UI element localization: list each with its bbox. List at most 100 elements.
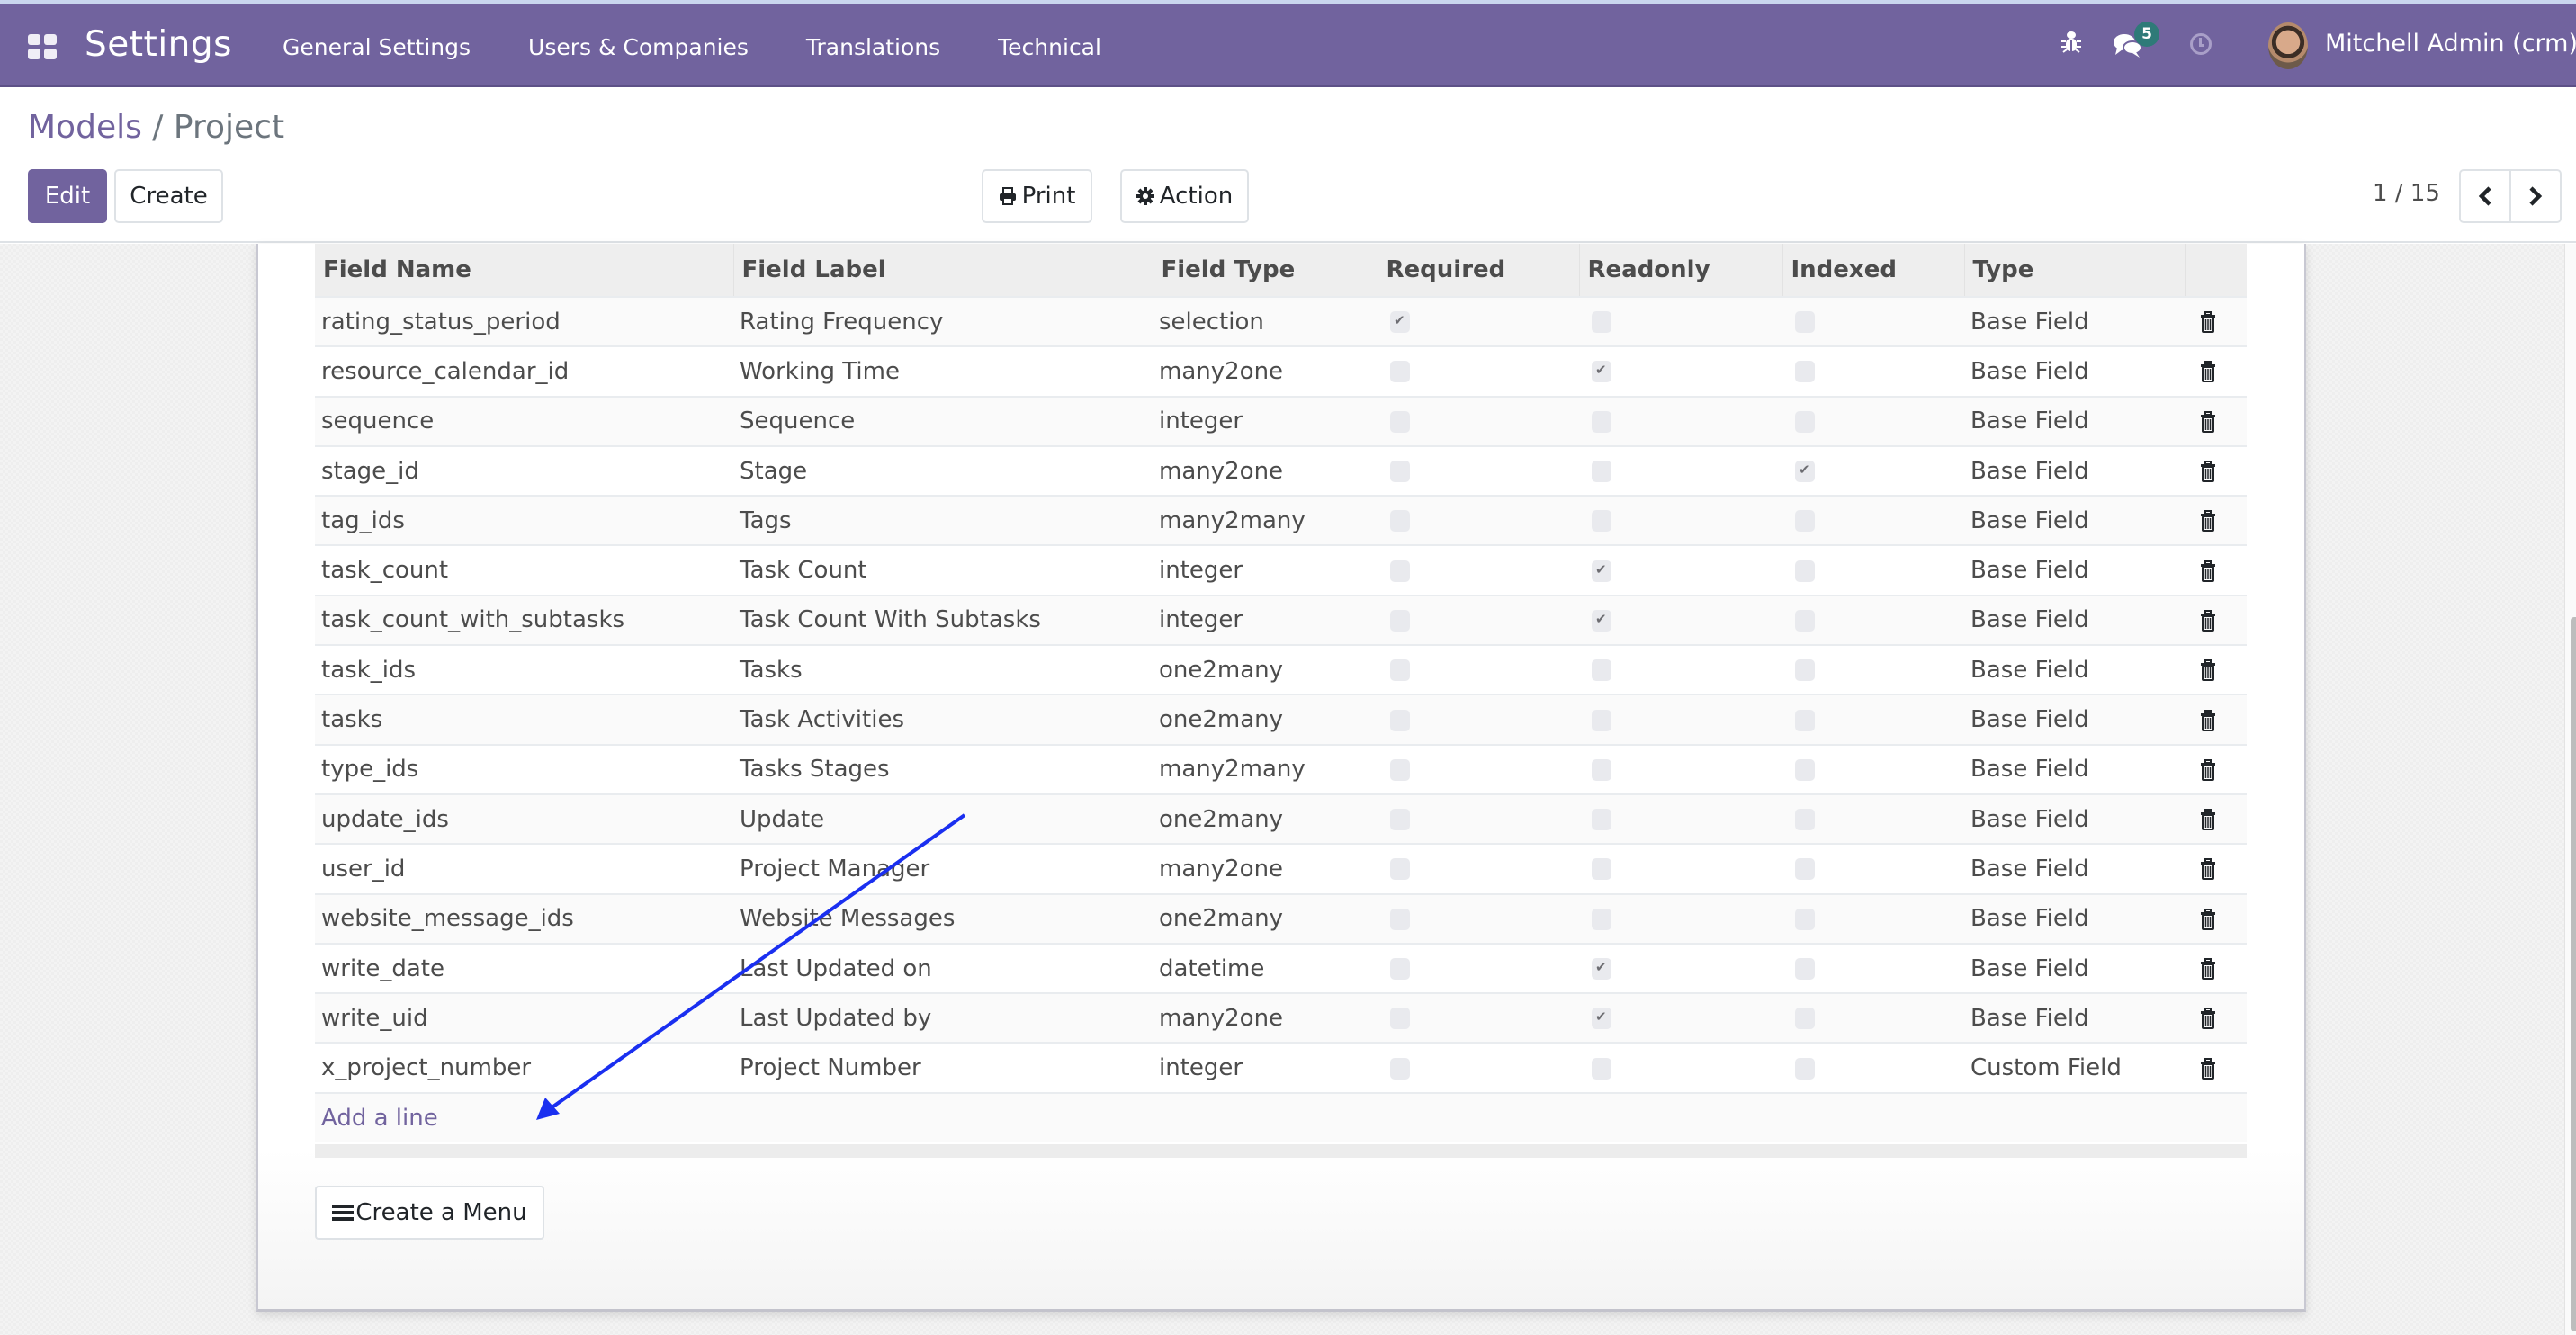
field-label-cell[interactable]: Tags [733,495,1153,546]
apps-grid-icon[interactable] [28,34,57,59]
readonly-checkbox[interactable] [1592,858,1611,881]
field-label-cell[interactable]: Sequence [733,395,1153,446]
field-row[interactable]: tag_ids Tags many2many Base Field [315,495,2247,546]
user-menu[interactable]: Mitchell Admin (crm) [2325,30,2576,58]
column-header-type[interactable]: Type [1964,244,2186,297]
field-type-cell[interactable]: one2many [1153,793,1378,845]
field-name-cell[interactable]: website_message_ids [315,892,733,944]
indexed-checkbox[interactable] [1795,410,1815,433]
required-checkbox[interactable] [1390,659,1410,682]
indexed-checkbox[interactable] [1795,908,1815,930]
field-name-cell[interactable]: task_count [315,544,733,596]
field-kind-cell[interactable]: Base Field [1964,594,2185,646]
field-name-cell[interactable]: tag_ids [315,495,733,546]
readonly-checkbox[interactable] [1592,461,1611,483]
field-type-cell[interactable]: selection [1153,295,1378,347]
trash-icon[interactable] [2200,410,2216,433]
field-row[interactable]: task_ids Tasks one2many Base Field [315,644,2247,695]
field-row[interactable]: type_ids Tasks Stages many2many Base Field [315,743,2247,794]
menu-users-companies[interactable]: Users & Companies [528,34,749,60]
field-type-cell[interactable]: one2many [1153,644,1378,695]
readonly-checkbox[interactable] [1592,659,1611,682]
field-type-cell[interactable]: many2one [1153,843,1378,894]
field-name-cell[interactable]: write_uid [315,992,733,1044]
add-a-line-link[interactable]: Add a line [321,1105,438,1132]
field-label-cell[interactable]: Working Time [733,345,1153,397]
field-type-cell[interactable]: many2many [1153,743,1378,794]
trash-icon[interactable] [2200,361,2216,383]
trash-icon[interactable] [2200,311,2216,334]
field-label-cell[interactable]: Task Activities [733,694,1153,745]
trash-icon[interactable] [2200,709,2216,731]
field-row[interactable]: task_count_with_subtasks Task Count With … [315,594,2247,646]
field-label-cell[interactable]: Task Count With Subtasks [733,594,1153,646]
trash-icon[interactable] [2200,609,2216,632]
field-row[interactable]: sequence Sequence integer Base Field [315,395,2247,446]
field-row[interactable]: update_ids Update one2many Base Field [315,793,2247,845]
readonly-checkbox[interactable] [1592,758,1611,781]
indexed-checkbox[interactable] [1795,709,1815,731]
field-type-cell[interactable]: integer [1153,395,1378,446]
indexed-checkbox[interactable] [1795,758,1815,781]
field-row[interactable]: write_dateLast Updated ondatetime Base Fi… [315,942,2247,994]
required-checkbox[interactable] [1390,510,1410,533]
field-kind-cell[interactable]: Custom Field [1964,1042,2185,1093]
field-kind-cell[interactable]: Base Field [1964,942,2185,994]
readonly-checkbox[interactable] [1592,1008,1611,1030]
field-type-cell[interactable]: many2many [1153,495,1378,546]
field-row[interactable]: x_project_number Project Number integer Cus… [315,1042,2247,1093]
required-checkbox[interactable] [1390,361,1410,383]
field-name-cell[interactable]: sequence [315,395,733,446]
menu-technical[interactable]: Technical [998,34,1101,60]
field-type-cell[interactable]: many2one [1153,992,1378,1044]
field-row[interactable]: write_uidLast Updated bymany2one Base Fie… [315,992,2247,1044]
indexed-checkbox[interactable] [1795,1057,1815,1080]
readonly-checkbox[interactable] [1592,560,1611,582]
field-kind-cell[interactable]: Base Field [1964,444,2185,497]
pager-previous-button[interactable] [2461,171,2509,221]
field-kind-cell[interactable]: Base Field [1964,644,2185,695]
required-checkbox[interactable] [1390,560,1410,582]
trash-icon[interactable] [2200,560,2216,582]
field-type-cell[interactable]: one2many [1153,892,1378,944]
indexed-checkbox[interactable] [1795,609,1815,632]
app-title[interactable]: Settings [85,24,232,65]
required-checkbox[interactable] [1390,958,1410,980]
required-checkbox[interactable] [1390,410,1410,433]
field-row[interactable]: stage_idStagemany2one Base Field [315,444,2247,497]
create-a-menu-button[interactable]: Create a Menu [315,1186,544,1240]
field-name-cell[interactable]: type_ids [315,743,733,794]
field-kind-cell[interactable]: Base Field [1964,793,2185,845]
field-label-cell[interactable]: Last Updated on [733,942,1153,994]
field-kind-cell[interactable]: Base Field [1964,694,2185,745]
readonly-checkbox[interactable] [1592,510,1611,533]
readonly-checkbox[interactable] [1592,361,1611,383]
indexed-checkbox[interactable] [1795,809,1815,831]
trash-icon[interactable] [2200,858,2216,881]
field-type-cell[interactable]: many2one [1153,345,1378,397]
scrollbar-thumb[interactable] [2571,617,2576,1331]
indexed-checkbox[interactable] [1795,560,1815,582]
field-type-cell[interactable]: integer [1153,1042,1378,1093]
required-checkbox[interactable] [1390,809,1410,831]
field-kind-cell[interactable]: Base Field [1964,843,2185,894]
create-button[interactable]: Create [114,169,223,223]
field-name-cell[interactable]: update_ids [315,793,733,845]
field-name-cell[interactable]: task_count_with_subtasks [315,594,733,646]
breadcrumb-models-link[interactable]: Models [28,109,142,146]
column-header-field-label[interactable]: Field Label [733,244,1153,297]
column-header-field-type[interactable]: Field Type [1153,244,1378,297]
field-row[interactable]: task_countTask Countinteger Base Field [315,544,2247,596]
field-row[interactable]: rating_status_period Rating Frequency sele… [315,295,2247,347]
clock-icon[interactable] [2190,33,2212,55]
field-label-cell[interactable]: Tasks Stages [733,743,1153,794]
trash-icon[interactable] [2200,659,2216,682]
indexed-checkbox[interactable] [1795,361,1815,383]
field-label-cell[interactable]: Project Manager [733,843,1153,894]
indexed-checkbox[interactable] [1795,311,1815,334]
field-type-cell[interactable]: integer [1153,544,1378,596]
indexed-checkbox[interactable] [1795,461,1815,483]
required-checkbox[interactable] [1390,858,1410,881]
field-type-cell[interactable]: one2many [1153,694,1378,745]
user-avatar[interactable] [2268,22,2308,69]
